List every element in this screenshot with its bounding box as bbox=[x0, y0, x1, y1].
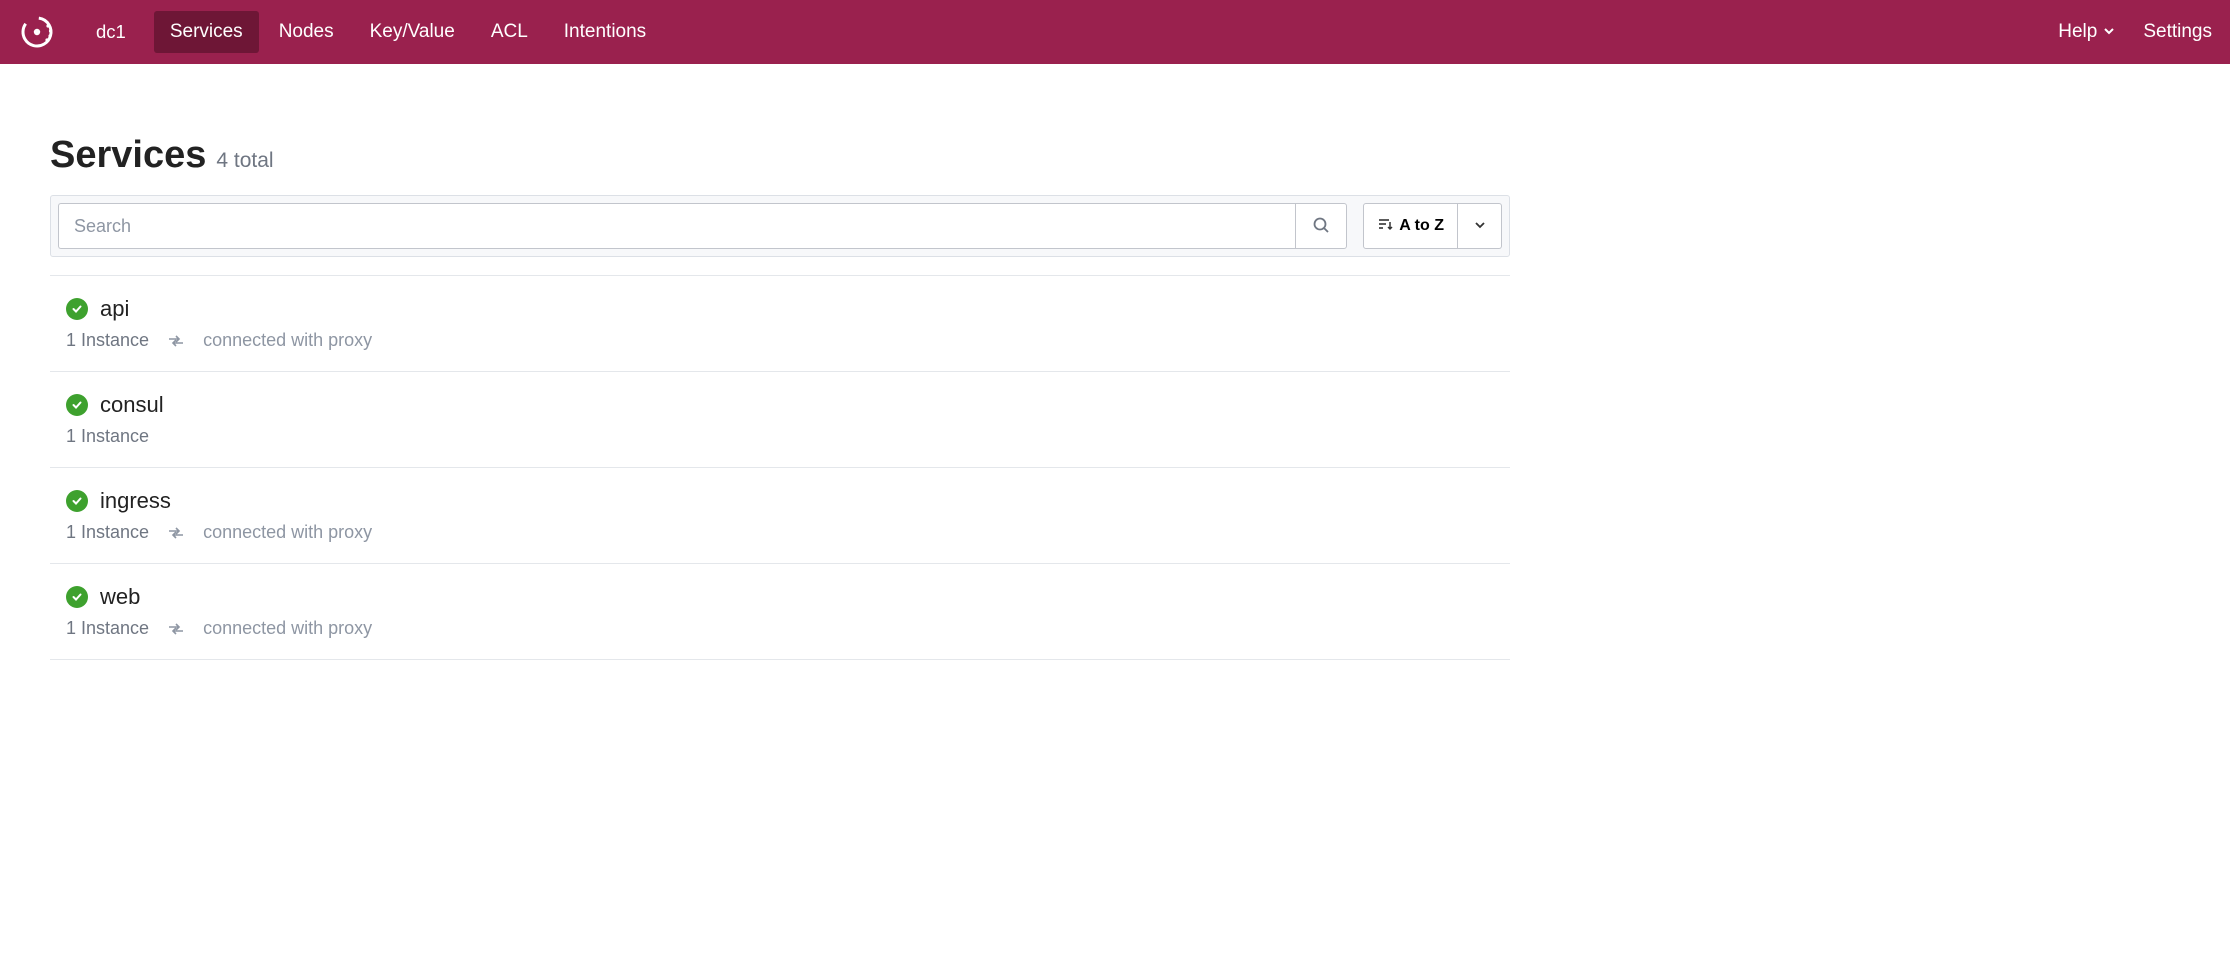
service-item[interactable]: ingress 1 Instance connected with proxy bbox=[50, 468, 1510, 564]
search-button[interactable] bbox=[1295, 203, 1347, 249]
proxy-icon bbox=[167, 526, 185, 540]
service-name: ingress bbox=[100, 488, 171, 514]
chevron-down-icon bbox=[2103, 21, 2115, 43]
nav-item-intentions[interactable]: Intentions bbox=[548, 11, 662, 53]
service-name: web bbox=[100, 584, 140, 610]
nav-item-keyvalue[interactable]: Key/Value bbox=[354, 11, 471, 53]
instance-count: 1 Instance bbox=[66, 522, 149, 543]
proxy-text: connected with proxy bbox=[203, 330, 372, 351]
chevron-down-icon bbox=[1474, 219, 1486, 234]
instance-count: 1 Instance bbox=[66, 330, 149, 351]
sort-group: A to Z bbox=[1363, 203, 1502, 249]
datacenter-selector[interactable]: dc1 bbox=[86, 13, 136, 51]
nav-items: Services Nodes Key/Value ACL Intentions bbox=[154, 11, 662, 53]
service-item[interactable]: consul 1 Instance bbox=[50, 372, 1510, 468]
page-total: 4 total bbox=[216, 149, 273, 173]
nav-item-nodes[interactable]: Nodes bbox=[263, 11, 350, 53]
search-input[interactable] bbox=[58, 203, 1295, 249]
page-title: Services bbox=[50, 134, 206, 177]
settings-link[interactable]: Settings bbox=[2143, 21, 2212, 43]
toolbar: A to Z bbox=[50, 195, 1510, 257]
service-item[interactable]: web 1 Instance connected with proxy bbox=[50, 564, 1510, 660]
check-icon bbox=[66, 298, 88, 320]
search-group bbox=[58, 203, 1347, 249]
proxy-text: connected with proxy bbox=[203, 522, 372, 543]
service-item[interactable]: api 1 Instance connected with proxy bbox=[50, 276, 1510, 372]
instance-count: 1 Instance bbox=[66, 426, 149, 447]
nav-item-acl[interactable]: ACL bbox=[475, 11, 544, 53]
top-nav: dc1 Services Nodes Key/Value ACL Intenti… bbox=[0, 0, 2230, 64]
sort-label: A to Z bbox=[1399, 217, 1444, 235]
sort-icon bbox=[1377, 216, 1393, 237]
check-icon bbox=[66, 586, 88, 608]
service-name: consul bbox=[100, 392, 164, 418]
proxy-text: connected with proxy bbox=[203, 618, 372, 639]
sort-dropdown-button[interactable] bbox=[1458, 203, 1502, 249]
search-icon bbox=[1312, 216, 1330, 237]
instance-count: 1 Instance bbox=[66, 618, 149, 639]
check-icon bbox=[66, 394, 88, 416]
consul-logo-icon bbox=[18, 13, 56, 51]
proxy-icon bbox=[167, 622, 185, 636]
service-list: api 1 Instance connected with proxy cons… bbox=[50, 275, 1510, 660]
check-icon bbox=[66, 490, 88, 512]
nav-item-services[interactable]: Services bbox=[154, 11, 259, 53]
nav-right: Help Settings bbox=[2058, 21, 2212, 43]
proxy-icon bbox=[167, 334, 185, 348]
help-menu[interactable]: Help bbox=[2058, 21, 2115, 43]
service-name: api bbox=[100, 296, 129, 322]
help-label: Help bbox=[2058, 21, 2097, 43]
sort-button[interactable]: A to Z bbox=[1363, 203, 1458, 249]
page-heading: Services 4 total bbox=[50, 134, 1510, 177]
